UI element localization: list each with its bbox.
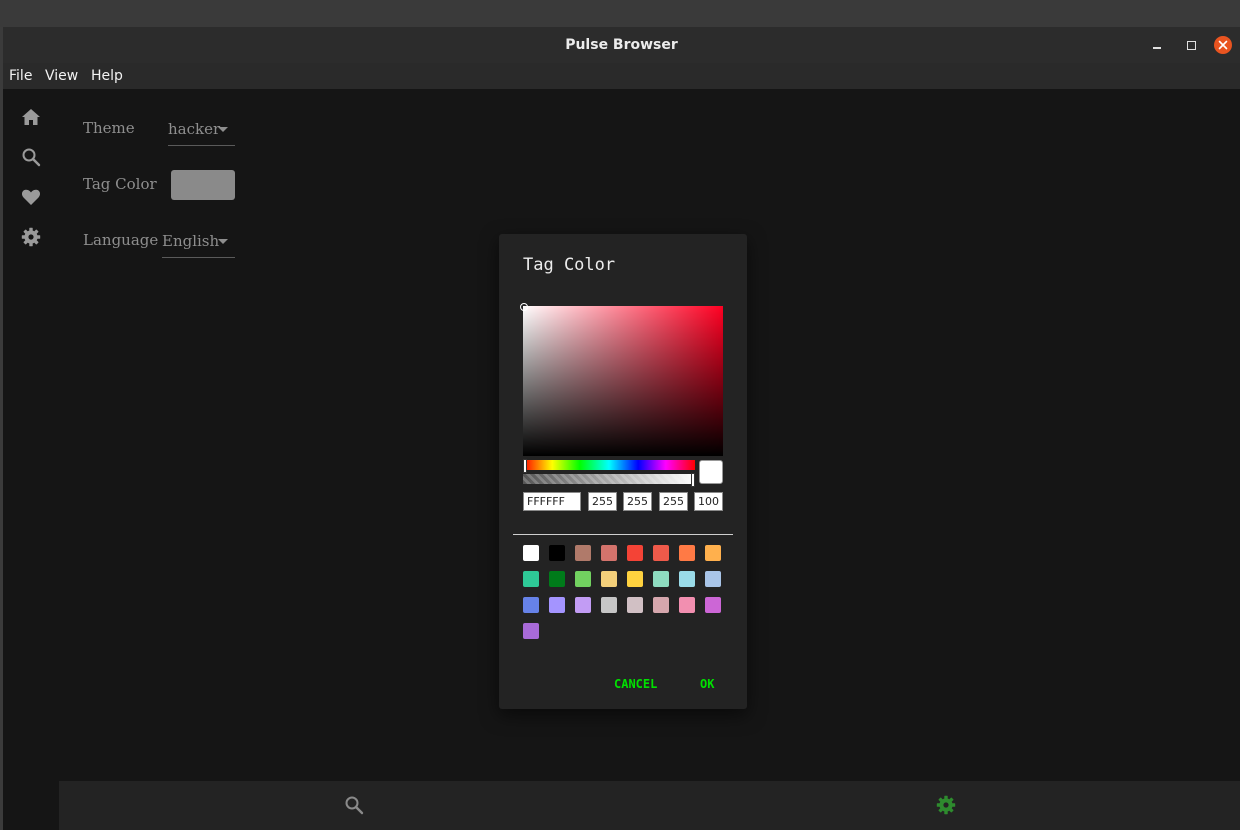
alpha-input[interactable]: [694, 492, 723, 511]
close-icon: [1218, 40, 1228, 50]
preset-swatch[interactable]: [601, 597, 617, 613]
theme-select[interactable]: hacker: [168, 115, 235, 146]
chevron-down-icon: [218, 239, 228, 244]
tag-color-label: Tag Color: [83, 175, 157, 193]
color-preview: [699, 460, 723, 484]
preset-swatch[interactable]: [705, 571, 721, 587]
red-input[interactable]: [588, 492, 617, 511]
preset-swatch[interactable]: [627, 597, 643, 613]
bottom-nav: [59, 781, 1240, 830]
preset-swatch[interactable]: [627, 545, 643, 561]
app-window: Pulse Browser File View Help Theme hacke…: [3, 27, 1240, 830]
theme-label: Theme: [83, 119, 135, 137]
maximize-button[interactable]: [1181, 35, 1201, 55]
preset-swatch[interactable]: [575, 545, 591, 561]
preset-swatch[interactable]: [653, 597, 669, 613]
gear-icon[interactable]: [936, 795, 956, 815]
preset-swatch[interactable]: [601, 571, 617, 587]
window-title: Pulse Browser: [565, 37, 678, 53]
heart-icon[interactable]: [21, 187, 41, 207]
language-label: Language: [83, 231, 159, 249]
desktop-top-bar: [0, 0, 1240, 27]
preset-swatch[interactable]: [575, 571, 591, 587]
preset-swatch[interactable]: [523, 597, 539, 613]
preset-swatch[interactable]: [549, 545, 565, 561]
minimize-button[interactable]: [1147, 35, 1167, 55]
preset-swatch[interactable]: [523, 571, 539, 587]
blue-input[interactable]: [659, 492, 688, 511]
preset-swatch[interactable]: [523, 545, 539, 561]
preset-swatch[interactable]: [549, 597, 565, 613]
gear-icon[interactable]: [21, 227, 41, 247]
chevron-down-icon: [218, 127, 228, 132]
title-bar: Pulse Browser: [3, 27, 1240, 64]
menu-view[interactable]: View: [45, 63, 78, 89]
picker-cursor[interactable]: [520, 303, 528, 311]
preset-swatch[interactable]: [549, 571, 565, 587]
preset-swatch[interactable]: [705, 545, 721, 561]
preset-swatch[interactable]: [653, 571, 669, 587]
menu-bar: File View Help: [3, 63, 1240, 89]
preset-swatch[interactable]: [627, 571, 643, 587]
hue-slider[interactable]: [523, 459, 695, 473]
menu-file[interactable]: File: [9, 63, 32, 89]
language-select[interactable]: English: [162, 227, 235, 258]
preset-swatch[interactable]: [705, 597, 721, 613]
preset-swatch[interactable]: [679, 571, 695, 587]
preset-swatch[interactable]: [679, 597, 695, 613]
preset-swatch[interactable]: [601, 545, 617, 561]
alpha-slider[interactable]: [523, 473, 695, 487]
menu-help[interactable]: Help: [91, 63, 123, 89]
hex-input[interactable]: [523, 492, 581, 511]
green-input[interactable]: [623, 492, 652, 511]
saturation-value-picker[interactable]: [520, 303, 723, 456]
tag-color-dialog: Tag Color CANCEL OK: [499, 234, 747, 709]
alpha-handle[interactable]: [691, 473, 695, 487]
cancel-button[interactable]: CANCEL: [614, 672, 657, 696]
search-icon[interactable]: [344, 795, 364, 815]
preset-swatch[interactable]: [523, 623, 539, 639]
search-icon[interactable]: [21, 147, 41, 167]
dialog-divider: [513, 534, 733, 535]
preset-swatch[interactable]: [679, 545, 695, 561]
preset-swatch[interactable]: [653, 545, 669, 561]
tag-color-swatch[interactable]: [171, 170, 235, 200]
hue-handle[interactable]: [523, 459, 527, 473]
theme-value: hacker: [168, 120, 221, 138]
preset-swatch[interactable]: [575, 597, 591, 613]
ok-button[interactable]: OK: [700, 672, 714, 696]
close-button[interactable]: [1214, 36, 1232, 54]
language-value: English: [162, 232, 220, 250]
dialog-title: Tag Color: [523, 255, 616, 275]
home-icon[interactable]: [21, 107, 41, 127]
